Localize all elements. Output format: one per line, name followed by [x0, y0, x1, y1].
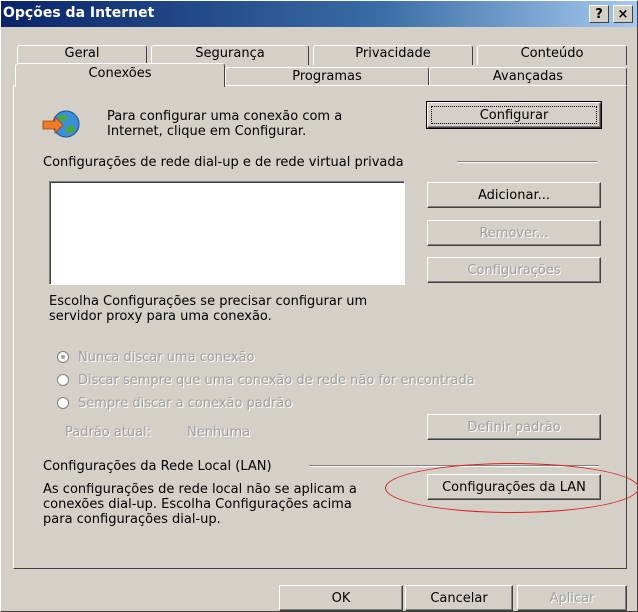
- lan-text-line1: As configurações de rede local não se ap…: [43, 482, 357, 497]
- lan-text-line2: conexões dial-up. Escolha Configurações …: [43, 497, 352, 512]
- proxy-text-line2: servidor proxy para uma conexão.: [49, 309, 272, 324]
- remove-button[interactable]: Remover...: [427, 220, 601, 246]
- apply-button[interactable]: Aplicar: [517, 585, 627, 611]
- highlight-circle: [385, 463, 638, 513]
- help-button[interactable]: ?: [589, 5, 609, 23]
- cancel-button[interactable]: Cancelar: [405, 585, 513, 611]
- close-button[interactable]: ×: [613, 5, 633, 23]
- radio-never-dial-label: Nunca discar uma conexão: [78, 350, 255, 365]
- connections-listbox[interactable]: [49, 181, 405, 285]
- settings-button[interactable]: Configurações: [427, 257, 601, 283]
- dialup-group-label: Configurações de rede dial-up e de rede …: [43, 155, 404, 170]
- add-button[interactable]: Adicionar...: [427, 182, 601, 208]
- window-title: Opções da Internet: [3, 5, 155, 21]
- tab-seguranca[interactable]: Segurança: [151, 45, 309, 65]
- dialup-group-line: [457, 161, 597, 163]
- set-default-button[interactable]: Definir padrão: [427, 414, 601, 440]
- lan-group-label: Configurações da Rede Local (LAN): [43, 459, 272, 474]
- lan-text-line3: para configurações dial-up.: [43, 512, 221, 527]
- tab-geral[interactable]: Geral: [17, 45, 147, 65]
- setup-text-line1: Para configurar uma conexão com a: [107, 109, 343, 124]
- ok-button[interactable]: OK: [279, 585, 403, 611]
- tab-conteudo[interactable]: Conteúdo: [477, 45, 627, 65]
- radio-always-dial-label: Sempre discar a conexão padrão: [78, 396, 293, 411]
- internet-options-dialog: Opções da Internet ? × Geral Segurança P…: [0, 0, 638, 612]
- proxy-text-line1: Escolha Configurações se precisar config…: [49, 294, 368, 309]
- radio-never-dial[interactable]: [57, 351, 69, 363]
- tab-programas[interactable]: Programas: [225, 67, 429, 85]
- tab-avancadas[interactable]: Avançadas: [429, 67, 627, 85]
- configurar-button[interactable]: Configurar: [426, 101, 602, 129]
- setup-text-line2: Internet, clique em Configurar.: [107, 124, 307, 139]
- tab-conexoes[interactable]: Conexões: [15, 63, 225, 87]
- radio-always-dial[interactable]: [57, 397, 69, 409]
- radio-dial-when-no-network-label: Discar sempre que uma conexão de rede nã…: [78, 373, 475, 388]
- title-bar[interactable]: Opções da Internet ? ×: [1, 1, 637, 27]
- globe-arrow-icon: [42, 110, 80, 138]
- current-default-label: Padrão atual:: [65, 425, 152, 440]
- current-default-value: Nenhuma: [187, 425, 251, 440]
- tab-privacidade[interactable]: Privacidade: [313, 45, 473, 65]
- radio-dial-when-no-network[interactable]: [57, 374, 69, 386]
